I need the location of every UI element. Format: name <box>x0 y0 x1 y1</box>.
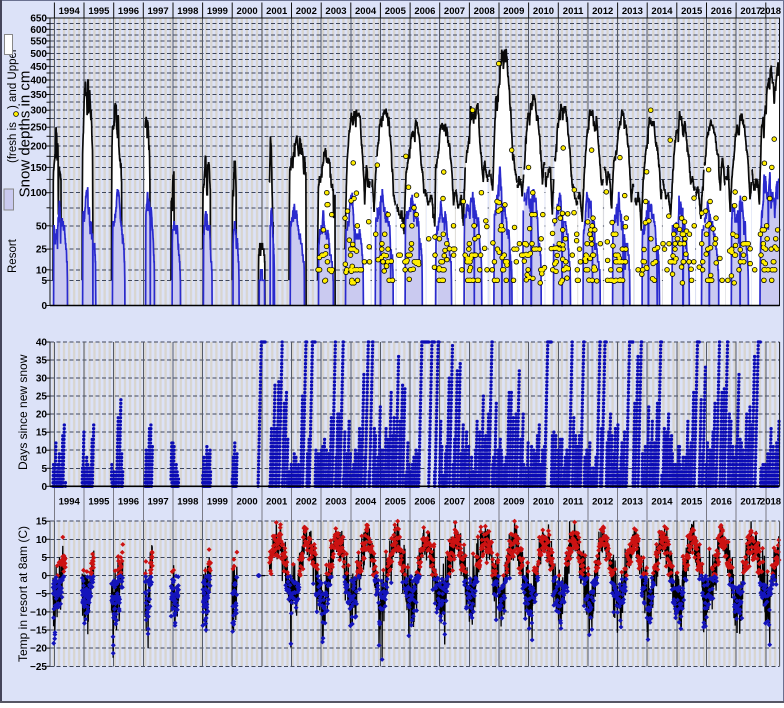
svg-text:−25: −25 <box>30 662 47 673</box>
svg-text:2005: 2005 <box>385 497 407 508</box>
svg-text:Resort: Resort <box>7 238 19 273</box>
svg-text:−15: −15 <box>30 626 47 637</box>
svg-text:Snow depths in cm: Snow depths in cm <box>16 71 33 198</box>
svg-text:2009: 2009 <box>503 6 524 17</box>
svg-text:1996: 1996 <box>118 497 139 508</box>
svg-text:50: 50 <box>36 221 48 232</box>
svg-text:10: 10 <box>36 535 48 546</box>
svg-text:15: 15 <box>36 428 48 439</box>
svg-text:2016: 2016 <box>711 497 732 508</box>
svg-text:2010: 2010 <box>533 6 554 17</box>
svg-text:2003: 2003 <box>325 497 346 508</box>
svg-text:2011: 2011 <box>563 497 584 508</box>
svg-text:10: 10 <box>36 265 48 276</box>
svg-text:2011: 2011 <box>563 6 584 17</box>
svg-text:2017: 2017 <box>740 6 761 17</box>
svg-text:2006: 2006 <box>414 497 435 508</box>
svg-text:−20: −20 <box>30 644 47 655</box>
svg-text:1997: 1997 <box>148 6 169 17</box>
svg-text:2000: 2000 <box>237 497 258 508</box>
svg-text:500: 500 <box>30 49 47 60</box>
svg-text:2001: 2001 <box>266 6 288 17</box>
svg-text:2014: 2014 <box>651 497 673 508</box>
svg-text:2007: 2007 <box>444 6 465 17</box>
svg-text:5: 5 <box>41 276 47 287</box>
svg-text:2018: 2018 <box>760 497 781 508</box>
svg-text:−10: −10 <box>30 607 47 618</box>
svg-text:600: 600 <box>30 25 47 36</box>
svg-text:20: 20 <box>36 410 48 421</box>
svg-text:2000: 2000 <box>237 6 258 17</box>
svg-text:2018: 2018 <box>760 6 781 17</box>
svg-text:2009: 2009 <box>503 497 524 508</box>
svg-text:0: 0 <box>41 482 47 493</box>
svg-text:2003: 2003 <box>325 6 346 17</box>
svg-text:2008: 2008 <box>474 497 495 508</box>
svg-text:−5: −5 <box>36 589 48 600</box>
svg-text:2008: 2008 <box>474 6 495 17</box>
svg-text:0: 0 <box>41 571 47 582</box>
svg-text:2013: 2013 <box>622 497 643 508</box>
svg-text:2016: 2016 <box>711 6 732 17</box>
svg-text:1998: 1998 <box>177 6 198 17</box>
svg-text:30: 30 <box>36 374 48 385</box>
svg-text:25: 25 <box>36 392 48 403</box>
svg-text:Days since new snow: Days since new snow <box>16 354 30 470</box>
svg-text:2012: 2012 <box>592 497 613 508</box>
svg-text:1999: 1999 <box>207 6 228 17</box>
svg-text:1997: 1997 <box>148 497 169 508</box>
svg-text:Temp in resort at 8am (C): Temp in resort at 8am (C) <box>16 526 30 662</box>
svg-text:2002: 2002 <box>296 497 317 508</box>
svg-text:550: 550 <box>30 37 47 48</box>
svg-text:2005: 2005 <box>385 6 407 17</box>
svg-text:10: 10 <box>36 446 48 457</box>
svg-text:2014: 2014 <box>651 6 673 17</box>
svg-text:15: 15 <box>36 517 48 528</box>
svg-text:1995: 1995 <box>88 497 110 508</box>
svg-text:2010: 2010 <box>533 497 554 508</box>
svg-text:5: 5 <box>41 553 47 564</box>
svg-text:2001: 2001 <box>266 497 288 508</box>
svg-text:1994: 1994 <box>59 497 81 508</box>
svg-text:5: 5 <box>41 464 47 475</box>
svg-text:2012: 2012 <box>592 6 613 17</box>
svg-text:2007: 2007 <box>444 497 465 508</box>
svg-text:1998: 1998 <box>177 497 198 508</box>
svg-text:2013: 2013 <box>622 6 643 17</box>
svg-text:40: 40 <box>36 338 48 349</box>
svg-text:2004: 2004 <box>355 6 377 17</box>
svg-text:1995: 1995 <box>88 6 110 17</box>
svg-text:2017: 2017 <box>740 497 761 508</box>
svg-text:2015: 2015 <box>681 497 703 508</box>
svg-text:1994: 1994 <box>59 6 81 17</box>
svg-text:2004: 2004 <box>355 497 377 508</box>
svg-text:25: 25 <box>36 245 48 256</box>
svg-text:35: 35 <box>36 356 48 367</box>
svg-text:650: 650 <box>30 14 47 25</box>
svg-text:2006: 2006 <box>414 6 435 17</box>
svg-text:1999: 1999 <box>207 497 228 508</box>
svg-text:0: 0 <box>41 301 47 312</box>
svg-text:2015: 2015 <box>681 6 703 17</box>
svg-text:2002: 2002 <box>296 6 317 17</box>
svg-text:1996: 1996 <box>118 6 139 17</box>
